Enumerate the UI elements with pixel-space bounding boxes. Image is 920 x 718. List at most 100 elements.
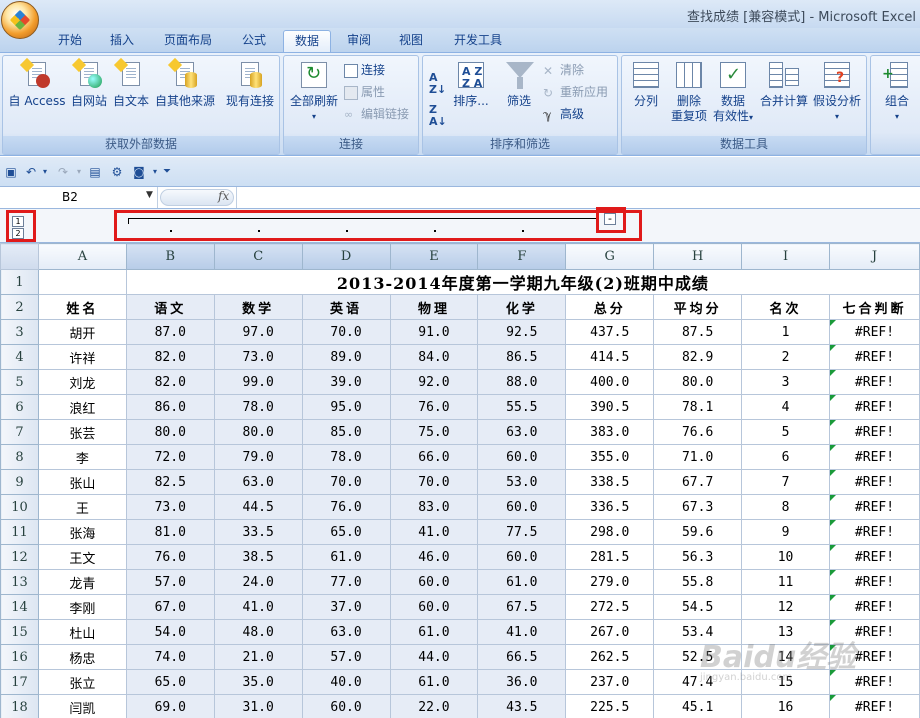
error-cell[interactable]: #REF! [829, 519, 920, 545]
cell[interactable]: 92.5 [477, 319, 567, 345]
row-header[interactable]: 6 [0, 394, 39, 420]
cell[interactable]: 41.0 [389, 519, 479, 545]
header-cell[interactable]: 英语 [301, 294, 391, 320]
header-cell[interactable]: 平均分 [653, 294, 743, 320]
tab-view[interactable]: 视图 [388, 30, 434, 52]
cell[interactable]: 87.0 [125, 319, 215, 345]
cell[interactable]: 41.0 [213, 594, 303, 620]
error-cell[interactable]: #REF! [829, 569, 920, 595]
from-other-sources-button[interactable]: 自其他来源 [153, 57, 217, 132]
error-cell[interactable]: #REF! [829, 544, 920, 570]
cell[interactable]: 272.5 [565, 594, 655, 620]
row-header[interactable]: 1 [0, 269, 39, 295]
cell[interactable]: 闫凯 [37, 694, 127, 718]
from-access-button[interactable]: 自 Access [5, 57, 69, 132]
cell[interactable]: 79.0 [213, 444, 303, 470]
cell[interactable]: 3 [741, 369, 830, 395]
cell[interactable]: 78.0 [213, 394, 303, 420]
cell[interactable]: 87.5 [653, 319, 743, 345]
cell[interactable]: 61.0 [389, 619, 479, 645]
cell[interactable]: 6 [741, 444, 830, 470]
cell[interactable]: 99.0 [213, 369, 303, 395]
column-header-e[interactable]: E [389, 243, 479, 270]
cell[interactable]: 9 [741, 519, 830, 545]
save-icon[interactable]: ▣ [4, 165, 18, 179]
cell[interactable]: 390.5 [565, 394, 655, 420]
cell[interactable]: 78.0 [301, 444, 391, 470]
cell[interactable]: 262.5 [565, 644, 655, 670]
data-validation-button[interactable]: 数据 有效性▾ [710, 60, 756, 132]
error-cell[interactable]: #REF! [829, 369, 920, 395]
cell[interactable]: 77.0 [301, 569, 391, 595]
header-cell[interactable]: 七合判断 [829, 294, 920, 320]
tab-insert[interactable]: 插入 [98, 30, 146, 52]
cell[interactable]: 40.0 [301, 669, 391, 695]
cell[interactable]: 61.0 [477, 569, 567, 595]
row-header[interactable]: 14 [0, 594, 39, 620]
row-header[interactable]: 13 [0, 569, 39, 595]
row-header[interactable]: 10 [0, 494, 39, 520]
cell[interactable]: 97.0 [213, 319, 303, 345]
cell[interactable]: 355.0 [565, 444, 655, 470]
cell[interactable]: 7 [741, 469, 830, 495]
cell[interactable]: 82.9 [653, 344, 743, 370]
cell[interactable]: 22.0 [389, 694, 479, 718]
cell[interactable]: 338.5 [565, 469, 655, 495]
row-header[interactable]: 5 [0, 369, 39, 395]
cell[interactable]: 66.5 [477, 644, 567, 670]
cell[interactable]: 55.8 [653, 569, 743, 595]
cell[interactable]: 刘龙 [37, 369, 127, 395]
cell[interactable]: 75.0 [389, 419, 479, 445]
cell[interactable]: 12 [741, 594, 830, 620]
cell[interactable]: 82.5 [125, 469, 215, 495]
cell[interactable]: 66.0 [389, 444, 479, 470]
cell[interactable]: 37.0 [301, 594, 391, 620]
cell[interactable]: 8 [741, 494, 830, 520]
cell[interactable]: 414.5 [565, 344, 655, 370]
row-header[interactable]: 4 [0, 344, 39, 370]
cell[interactable]: 龙青 [37, 569, 127, 595]
cell[interactable]: 55.5 [477, 394, 567, 420]
row-header[interactable]: 9 [0, 469, 39, 495]
cell[interactable]: 39.0 [301, 369, 391, 395]
cell[interactable]: 43.5 [477, 694, 567, 718]
cell[interactable]: 74.0 [125, 644, 215, 670]
cell[interactable]: 81.0 [125, 519, 215, 545]
cell[interactable]: 王文 [37, 544, 127, 570]
cell[interactable]: 437.5 [565, 319, 655, 345]
cell[interactable]: 89.0 [301, 344, 391, 370]
cell[interactable]: 281.5 [565, 544, 655, 570]
cell[interactable]: 59.6 [653, 519, 743, 545]
cell[interactable]: 54.0 [125, 619, 215, 645]
cell[interactable]: 69.0 [125, 694, 215, 718]
cell[interactable]: 44.0 [389, 644, 479, 670]
cell[interactable]: 336.5 [565, 494, 655, 520]
group-rows-button[interactable]: + 组合 ▾ [875, 60, 919, 132]
cell[interactable]: 57.0 [125, 569, 215, 595]
select-all-corner[interactable] [0, 243, 39, 270]
cell[interactable]: 70.0 [389, 469, 479, 495]
cell[interactable]: 60.0 [477, 494, 567, 520]
cell[interactable]: 86.0 [125, 394, 215, 420]
row-header[interactable]: 16 [0, 644, 39, 670]
cell[interactable]: 张立 [37, 669, 127, 695]
cell[interactable]: 70.0 [301, 469, 391, 495]
cell[interactable]: 许祥 [37, 344, 127, 370]
cell[interactable]: 杜山 [37, 619, 127, 645]
cell[interactable]: 82.0 [125, 369, 215, 395]
header-cell[interactable]: 名次 [741, 294, 830, 320]
redo-dropdown-icon[interactable]: ▾ [72, 165, 86, 179]
cell[interactable]: 83.0 [389, 494, 479, 520]
cell[interactable]: 76.0 [125, 544, 215, 570]
error-cell[interactable]: #REF! [829, 419, 920, 445]
customize-qat-icon[interactable]: ⏷ [160, 165, 174, 179]
cell[interactable]: 46.0 [389, 544, 479, 570]
insert-function-icon[interactable]: fx [218, 189, 229, 203]
cell[interactable]: 65.0 [301, 519, 391, 545]
tab-review[interactable]: 审阅 [336, 30, 382, 52]
from-text-button[interactable]: 自文本 [109, 57, 153, 132]
cell[interactable]: 31.0 [213, 694, 303, 718]
cell[interactable]: 88.0 [477, 369, 567, 395]
cell[interactable]: 48.0 [213, 619, 303, 645]
cell[interactable]: 400.0 [565, 369, 655, 395]
